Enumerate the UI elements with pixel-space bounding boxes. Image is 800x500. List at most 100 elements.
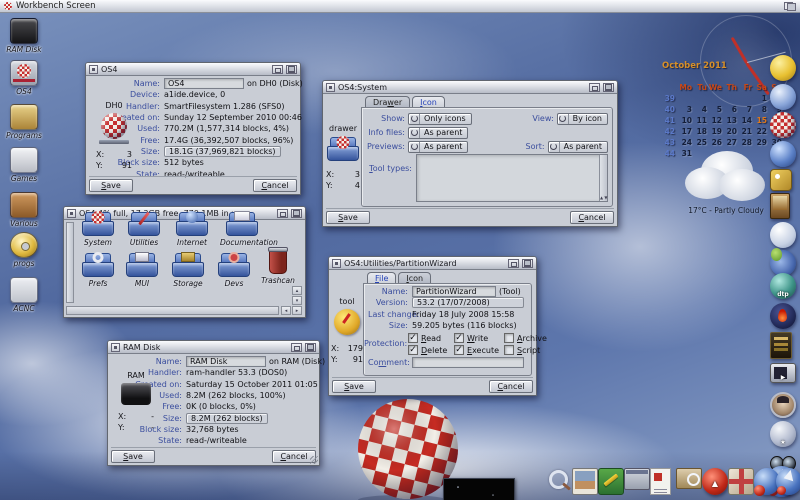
close-gadget[interactable]: [326, 82, 335, 92]
zoom-gadget[interactable]: [291, 342, 302, 352]
name-input[interactable]: [412, 286, 496, 298]
drawer-icon-internet[interactable]: Internet: [170, 211, 214, 247]
depth-gadget[interactable]: [522, 258, 533, 268]
system-titlebar[interactable]: OS4:System: [323, 81, 617, 94]
os4-info-titlebar[interactable]: OS4: [86, 63, 300, 76]
depth-gadget[interactable]: [603, 82, 614, 92]
cycle-gadget-view[interactable]: By icon: [556, 112, 608, 125]
name-input[interactable]: [186, 356, 266, 368]
desktop-icon-progs[interactable]: progs: [3, 232, 45, 268]
checkbox-archive[interactable]: Archive: [504, 333, 548, 344]
dvd-box-icon[interactable]: [770, 332, 792, 359]
desktop-icon-programs[interactable]: Programs: [3, 104, 45, 140]
cancel-button[interactable]: Cancel: [253, 179, 297, 192]
close-gadget[interactable]: [89, 64, 98, 74]
blue-sphere-icon[interactable]: [770, 84, 796, 110]
window-tool-icon[interactable]: [624, 468, 650, 490]
scroll-up-arrow[interactable]: ▴: [292, 286, 302, 295]
close-gadget[interactable]: [111, 342, 120, 352]
vertical-scrollbar[interactable]: [66, 222, 74, 303]
desktop[interactable]: October 2011 MoTuWeThFrSaSu3912403456789…: [0, 13, 800, 500]
portrait-icon[interactable]: [770, 392, 796, 418]
notes-icon[interactable]: [598, 468, 624, 495]
desktop-icon-games[interactable]: Games: [3, 147, 45, 183]
drawer-icon-devs[interactable]: Devs: [212, 252, 256, 288]
drawer-icon-documentation[interactable]: Documentation: [220, 211, 278, 247]
screen-thumbnail[interactable]: [443, 478, 515, 500]
ram-drawer-icon[interactable]: [121, 383, 151, 405]
cycle-gadget-infofiles[interactable]: As parent: [408, 126, 469, 139]
depth-gadget[interactable]: [291, 208, 302, 218]
shark-dock-icon[interactable]: [776, 468, 800, 495]
desktop-icon-various[interactable]: Various: [3, 192, 45, 228]
checkbox-delete[interactable]: ✓ Delete: [408, 345, 454, 356]
desktop-icon-ram-disk[interactable]: RAM Disk: [3, 18, 45, 54]
file-search-icon[interactable]: [676, 468, 702, 489]
cancel-button[interactable]: Cancel: [570, 211, 614, 224]
scroll-right-arrow[interactable]: ▸: [292, 306, 302, 315]
name-input[interactable]: [164, 78, 244, 90]
cloud-sphere-icon[interactable]: [770, 222, 796, 248]
wizard-titlebar[interactable]: OS4:Utilities/PartitionWizard: [329, 257, 536, 270]
checkbox-box[interactable]: ✓: [454, 333, 464, 344]
tooltypes-box[interactable]: [416, 154, 608, 202]
scroll-down-arrow[interactable]: ▾: [292, 296, 302, 305]
depth-gadget[interactable]: [305, 342, 316, 352]
save-button[interactable]: Save: [111, 450, 155, 463]
dice-icon[interactable]: [770, 169, 792, 191]
drawer-icon-utilities[interactable]: Utilities: [122, 211, 166, 247]
clock-tool-icon[interactable]: [334, 309, 360, 335]
save-button[interactable]: Save: [332, 380, 376, 393]
comment-input[interactable]: [412, 357, 524, 369]
drawer-icon-prefs[interactable]: Prefs: [76, 252, 120, 288]
save-button[interactable]: Save: [89, 179, 133, 192]
checkbox-box[interactable]: [504, 333, 514, 344]
horizontal-scrollbar[interactable]: [66, 306, 279, 315]
tooltypes-scrollbar[interactable]: [599, 155, 607, 201]
depth-gadget[interactable]: [286, 64, 297, 74]
coin-icon[interactable]: [770, 55, 796, 81]
ram-titlebar[interactable]: RAM Disk: [108, 341, 319, 354]
zoom-gadget[interactable]: [272, 64, 283, 74]
scroll-left-arrow[interactable]: ◂: [281, 306, 291, 315]
checkbox-box[interactable]: ✓: [454, 345, 464, 356]
checkbox-read[interactable]: ✓ Read: [408, 333, 454, 344]
checkbox-box[interactable]: ✓: [408, 345, 418, 356]
desktop-icon-os4[interactable]: OS4: [3, 60, 45, 96]
resize-grip[interactable]: [310, 456, 318, 464]
close-gadget[interactable]: [332, 258, 341, 268]
drawer-icon-storage[interactable]: Storage: [166, 252, 210, 288]
image-viewer-icon[interactable]: [572, 468, 598, 495]
pdf-viewer-icon[interactable]: [650, 468, 671, 495]
video-player-icon[interactable]: ▶: [770, 363, 796, 383]
cycle-gadget-sort[interactable]: As parent: [547, 140, 608, 153]
checkbox-box[interactable]: ✓: [408, 333, 418, 344]
flame-ball-icon[interactable]: [770, 303, 796, 329]
globe-icon[interactable]: [770, 141, 796, 167]
cancel-button[interactable]: Cancel: [489, 380, 533, 393]
cycle-gadget-previews[interactable]: As parent: [408, 140, 469, 153]
star-sphere-icon[interactable]: ★: [770, 421, 796, 447]
search-icon[interactable]: [546, 468, 572, 495]
menubar[interactable]: Workbench Screen: [0, 0, 800, 13]
drawer-icon-system[interactable]: System: [76, 211, 120, 247]
desktop-icon-acnc[interactable]: ACNC: [3, 277, 45, 313]
screen-depth-gadget[interactable]: [784, 1, 796, 11]
save-button[interactable]: Save: [326, 211, 370, 224]
package-icon[interactable]: [728, 468, 754, 495]
zoom-gadget[interactable]: [589, 82, 600, 92]
checkbox-execute[interactable]: ✓ Execute: [454, 345, 504, 356]
boing-disk-icon[interactable]: [101, 113, 127, 139]
movie-poster-icon[interactable]: [770, 193, 790, 219]
checkbox-box[interactable]: [504, 345, 514, 356]
drawer-icon-trashcan[interactable]: Trashcan: [256, 247, 300, 285]
drawer-icon-mui[interactable]: MUI: [120, 252, 164, 288]
dtp-globe-icon[interactable]: dtp: [770, 273, 796, 299]
red-sphere-icon[interactable]: ▲: [702, 468, 728, 495]
checkbox-write[interactable]: ✓ Write: [454, 333, 504, 344]
zoom-gadget[interactable]: [508, 258, 519, 268]
boing-teapot-icon[interactable]: [770, 112, 796, 138]
boing-drawer-icon[interactable]: [327, 136, 359, 161]
checkbox-script[interactable]: Script: [504, 345, 548, 356]
cycle-gadget-show[interactable]: Only icons: [408, 112, 472, 125]
